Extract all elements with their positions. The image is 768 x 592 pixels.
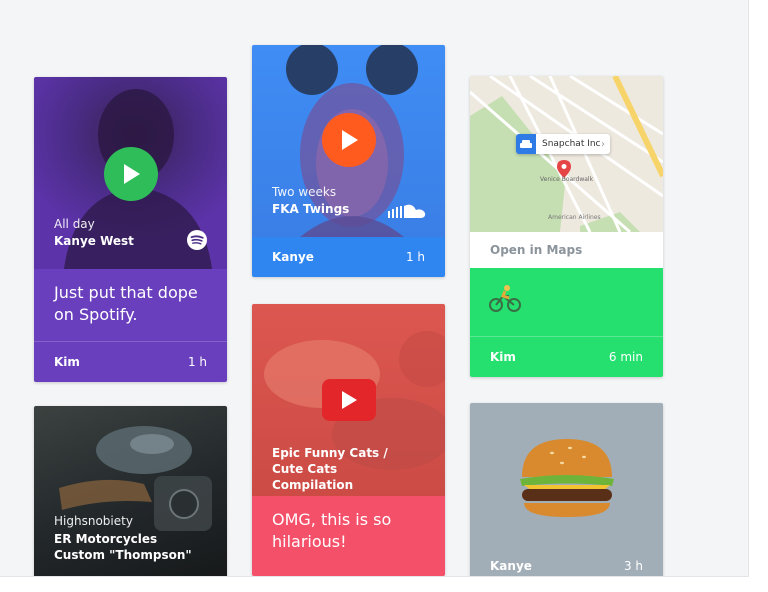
sender-name: Kanye <box>272 250 314 264</box>
timestamp: 1 h <box>187 355 207 369</box>
soundcloud-media[interactable]: Two weeks FKA Twings <box>252 45 445 237</box>
open-in-maps-button[interactable]: Open in Maps <box>470 232 663 268</box>
open-in-maps-label: Open in Maps <box>490 243 583 257</box>
play-icon <box>342 391 357 409</box>
feed-canvas: All day Kanye West Just put that dope on… <box>0 0 749 577</box>
play-icon <box>124 164 140 184</box>
youtube-media[interactable]: Epic Funny Cats / Cute Cats Compilation <box>252 304 445 496</box>
soundcloud-caption: Two weeks FKA Twings <box>272 185 349 216</box>
spotify-card[interactable]: All day Kanye West Just put that dope on… <box>34 77 227 382</box>
card-footer: Kanye 1 h <box>252 237 445 277</box>
spotify-media[interactable]: All day Kanye West <box>34 77 227 269</box>
message-text: OMG, this is so hilarious! <box>252 496 445 576</box>
burger-card[interactable]: Kanye 3 h <box>470 403 663 576</box>
pin-label-text: Snapchat Inc <box>542 139 601 149</box>
card-footer: Kanye 3 h <box>470 546 663 576</box>
soundcloud-icon <box>388 204 426 218</box>
timestamp: 6 min <box>608 350 643 364</box>
hamburger-icon <box>520 439 614 517</box>
motorcycle-media[interactable]: Highsnobiety ER Motorcycles Custom "Thom… <box>34 406 227 576</box>
timestamp: 3 h <box>623 559 643 573</box>
card-subtitle: All day <box>54 217 95 231</box>
play-button[interactable] <box>104 147 158 201</box>
card-title: Kanye West <box>54 234 134 248</box>
timestamp: 1 h <box>405 250 425 264</box>
emoji-area <box>470 403 663 546</box>
map-media[interactable]: Snapchat Inc › Venice Boardwalk American… <box>470 76 663 232</box>
sender-name: Kim <box>54 355 80 369</box>
sender-name: Kanye <box>490 559 532 573</box>
moto-caption: Highsnobiety ER Motorcycles Custom "Thom… <box>54 514 194 563</box>
card-subtitle: Highsnobiety <box>54 514 133 528</box>
map-pin-label[interactable]: Snapchat Inc › <box>516 134 610 154</box>
card-subtitle: Two weeks <box>272 185 337 199</box>
card-footer: Kim 1 h <box>34 341 227 382</box>
maps-card[interactable]: Snapchat Inc › Venice Boardwalk American… <box>470 76 663 377</box>
play-button[interactable] <box>322 379 376 421</box>
youtube-caption: Epic Funny Cats / Cute Cats Compilation <box>272 445 422 493</box>
card-title: FKA Twings <box>272 202 350 216</box>
sender-name: Kim <box>490 350 516 364</box>
youtube-card[interactable]: Epic Funny Cats / Cute Cats Compilation … <box>252 304 445 576</box>
play-icon <box>342 130 358 150</box>
car-icon <box>516 134 536 154</box>
street-map <box>470 76 663 232</box>
card-footer: Kim 6 min <box>470 336 663 377</box>
chevron-right-icon: › <box>601 138 605 150</box>
card-title: ER Motorcycles Custom "Thompson" <box>54 532 192 562</box>
cyclist-icon <box>489 285 521 312</box>
spotify-icon <box>187 230 207 250</box>
street-label: Venice Boardwalk <box>540 176 594 183</box>
emoji-row <box>470 268 663 336</box>
soundcloud-card[interactable]: Two weeks FKA Twings Kanye 1 h <box>252 45 445 277</box>
play-button[interactable] <box>322 113 376 167</box>
street-label: American Airlines <box>548 214 601 221</box>
spotify-caption: All day Kanye West <box>54 217 134 248</box>
message-text: Just put that dope on Spotify. <box>34 269 227 341</box>
highsnobiety-card[interactable]: Highsnobiety ER Motorcycles Custom "Thom… <box>34 406 227 576</box>
card-title: Epic Funny Cats / Cute Cats Compilation <box>272 446 388 492</box>
